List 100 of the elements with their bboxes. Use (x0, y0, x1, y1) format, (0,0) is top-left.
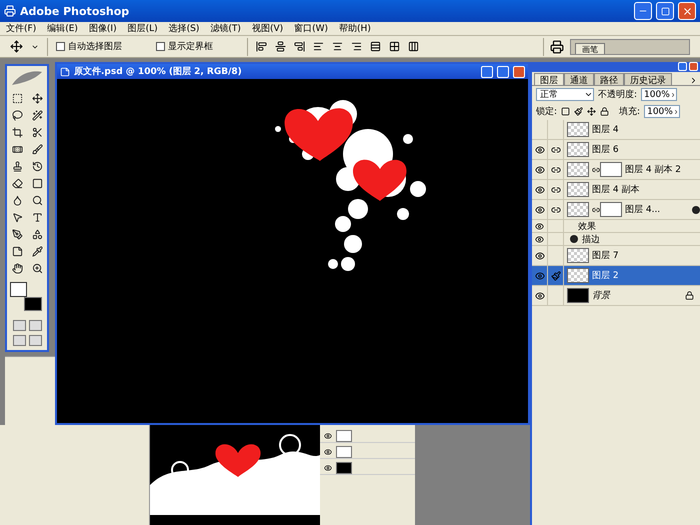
panel-background (5, 356, 55, 425)
document-title: 原文件.psd @ 100% (图层 2, RGB/8) (74, 65, 243, 78)
layer-name: 图层 4 副本 2 (625, 164, 682, 176)
menu-item[interactable]: 编辑(E) (47, 22, 78, 35)
layer-thumbnail (567, 162, 589, 177)
screen-mode-button[interactable] (12, 335, 26, 346)
layer-row[interactable]: 图层 6 (532, 140, 700, 160)
search-icon (32, 195, 42, 206)
eye-icon[interactable] (535, 222, 544, 230)
link-icon[interactable] (550, 204, 560, 214)
layer-thumbnail (567, 202, 589, 217)
fill-label: 填充: (619, 106, 640, 118)
minimize-button[interactable] (634, 2, 652, 20)
layer-row[interactable]: 图层 4... (532, 200, 700, 220)
layer-thumbnail (336, 430, 352, 442)
eye-icon[interactable] (534, 184, 544, 194)
lock-paint-icon[interactable] (574, 107, 584, 116)
panel-tab[interactable]: 图层 (534, 73, 564, 85)
caret-icon (584, 90, 593, 99)
eraser-icon (12, 178, 22, 189)
layer-row[interactable]: 图层 4 副本 2 (532, 160, 700, 180)
blend-mode-dropdown[interactable]: 正常 (536, 88, 594, 101)
link-icon[interactable] (550, 184, 560, 194)
lock-label: 锁定: (536, 106, 558, 118)
maximize-button[interactable] (656, 2, 674, 20)
minimize-button[interactable] (678, 62, 687, 71)
eye-icon[interactable] (324, 464, 332, 472)
layer-thumbnail (567, 288, 589, 303)
shapes-icon (32, 229, 42, 240)
menu-item[interactable]: 视图(V) (252, 22, 284, 35)
align-icon[interactable] (275, 41, 286, 52)
standard-mode-button[interactable] (12, 320, 26, 331)
history-icon (32, 161, 42, 172)
quick-mask-button[interactable] (28, 320, 42, 331)
align-icon[interactable] (256, 41, 267, 52)
move-icon (32, 93, 42, 104)
menu-item[interactable]: 帮助(H) (339, 22, 371, 35)
fill-field[interactable]: 100% (644, 105, 680, 118)
eye-icon[interactable] (324, 432, 332, 440)
eye-icon[interactable] (534, 250, 544, 260)
menu-item[interactable]: 图层(L) (128, 22, 158, 35)
layer-name: 图层 4 (592, 124, 620, 136)
opacity-field[interactable]: 100% (641, 88, 678, 101)
window-title: Adobe Photoshop (20, 4, 130, 18)
align-icon[interactable] (294, 41, 305, 52)
background-color-swatch[interactable] (24, 297, 42, 311)
eye-icon[interactable] (534, 164, 544, 174)
layer-name: 图层 4... (625, 204, 662, 216)
align-icon[interactable] (389, 41, 400, 52)
menu-item[interactable]: 窗口(W) (294, 22, 328, 35)
layer-row[interactable]: 图层 4 (532, 120, 700, 140)
checkbox[interactable]: 自动选择图层 (56, 40, 122, 53)
marquee-icon (12, 93, 22, 104)
layer-thumbnail (567, 268, 589, 283)
close-button[interactable] (513, 66, 525, 78)
layer-name: 图层 2 (592, 270, 620, 282)
layer-name: 图层 6 (592, 144, 620, 156)
move-icon[interactable] (10, 40, 23, 53)
eye-icon[interactable] (534, 290, 544, 300)
layer-name: 背景 (592, 290, 612, 302)
maximize-button[interactable] (497, 66, 509, 78)
link-icon[interactable] (550, 144, 560, 154)
lock-all-icon[interactable] (600, 107, 610, 116)
printer-icon[interactable] (550, 40, 564, 54)
pen-icon (12, 229, 22, 240)
square-icon (32, 178, 42, 189)
minimize-button[interactable] (481, 66, 493, 78)
eye-icon[interactable] (535, 234, 544, 244)
align-icon[interactable] (408, 41, 419, 52)
scissors-icon (32, 127, 42, 138)
panel-tab[interactable]: 路径 (594, 73, 624, 85)
layer-row[interactable]: 背景 (532, 286, 700, 306)
align-icon[interactable] (313, 41, 324, 52)
close-button[interactable] (678, 2, 696, 20)
eye-icon[interactable] (534, 204, 544, 214)
screen-mode-button[interactable] (28, 335, 42, 346)
lock-position-icon[interactable] (587, 107, 596, 116)
menu-item[interactable]: 文件(F) (6, 22, 36, 35)
align-icon[interactable] (351, 41, 362, 52)
link-icon[interactable] (550, 164, 560, 174)
foreground-color-swatch[interactable] (10, 282, 27, 297)
menu-item[interactable]: 滤镜(T) (210, 22, 241, 35)
layer-row[interactable]: 图层 2 (532, 266, 700, 286)
menu-item[interactable]: 图像(I) (88, 22, 117, 35)
lasso-icon (12, 110, 22, 121)
pointer-icon (12, 212, 22, 223)
zoom-icon (32, 263, 42, 274)
panel-tab[interactable]: 历史记录 (624, 73, 672, 85)
lock-transparency-icon[interactable] (561, 107, 570, 116)
close-button[interactable] (689, 62, 698, 71)
menu-item[interactable]: 选择(S) (168, 22, 200, 35)
palette-tab[interactable]: 画笔 (575, 42, 605, 54)
panel-tab[interactable]: 通道 (564, 73, 594, 85)
close-icon (682, 6, 692, 16)
eye-icon[interactable] (534, 144, 544, 154)
align-icon[interactable] (370, 41, 381, 52)
layer-row[interactable]: 图层 4 副本 (532, 180, 700, 200)
eye-icon[interactable] (324, 448, 332, 456)
align-icon[interactable] (332, 41, 343, 52)
checkbox[interactable]: 显示定界框 (156, 40, 213, 53)
